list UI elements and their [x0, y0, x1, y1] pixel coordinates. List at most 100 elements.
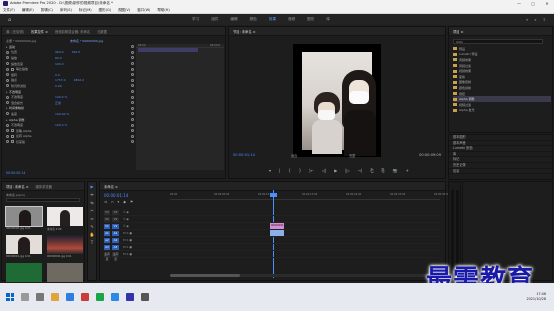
transport-control-icon[interactable]: ▾ [269, 168, 271, 173]
minimize-button[interactable]: — [512, 1, 526, 6]
track-target-toggle[interactable]: A1 [104, 230, 110, 236]
parameter-value[interactable]: 0.0 [55, 73, 60, 77]
share-icon[interactable]: ⇪ [543, 17, 546, 22]
track-toggle-icons[interactable]: M S ● [123, 238, 132, 242]
track-toggle-icons[interactable]: M S ● [123, 231, 132, 235]
parameter-value[interactable]: 60.0 [55, 56, 62, 60]
parameter-value[interactable]: 正常 [55, 101, 61, 105]
track-label[interactable]: 主声道 [112, 251, 119, 261]
reset-keyframe-icon[interactable] [131, 90, 134, 94]
track-target-toggle[interactable]: V3 [104, 209, 110, 215]
workspace-tab[interactable]: 音频 [288, 17, 295, 22]
menu-marker[interactable]: 标记(M) [79, 8, 92, 13]
parameter-value[interactable]: 0.00 [55, 84, 62, 88]
app-icon-blue[interactable] [111, 293, 119, 301]
track-target-toggle[interactable]: A3 [104, 244, 110, 250]
workspace-tab[interactable]: 效果 [269, 17, 276, 22]
tab-media-browser[interactable]: 媒体浏览器 [35, 184, 51, 189]
tool-icon[interactable]: ⇆ [89, 200, 95, 206]
timeline-control-icon[interactable]: ⇉ [104, 200, 107, 204]
reset-keyframe-icon[interactable] [131, 78, 134, 82]
tab-program[interactable]: 节目: 未命名 ≡ [233, 29, 255, 34]
transport-control-icon[interactable]: | [279, 168, 280, 173]
workspace-tab[interactable]: 组件 [211, 17, 218, 22]
app-icon-red[interactable] [81, 293, 89, 301]
video-clip[interactable]: 00000000.jpg [270, 223, 284, 229]
timeline-timecode[interactable]: 00:00:01:14 [104, 193, 128, 198]
transport-control-icon[interactable]: ⎘ [381, 168, 384, 173]
stopwatch-icon[interactable] [6, 50, 9, 54]
menu-file[interactable]: 文件(F) [3, 8, 15, 13]
premiere-taskbar-icon[interactable] [126, 293, 134, 301]
tool-icon[interactable]: ✂ [89, 208, 95, 214]
menu-window[interactable]: 窗口(W) [137, 8, 150, 13]
track-target-toggle[interactable]: V2 [104, 216, 110, 222]
tool-icon[interactable]: ⇹ [89, 192, 95, 198]
transport-control-icon[interactable]: ◁| [322, 168, 326, 173]
search-taskbar-icon[interactable] [21, 293, 29, 301]
tool-icon[interactable]: T [89, 240, 95, 246]
tab-effect-controls[interactable]: 效果控件 ≡ [31, 29, 48, 34]
tool-icon[interactable]: ⇔ [89, 216, 95, 222]
timeline-track[interactable]: 主声道 主声道 M S ● [104, 251, 442, 261]
reset-keyframe-icon[interactable] [131, 123, 134, 127]
workspace-tab[interactable]: 编辑 [230, 17, 237, 22]
timeline-control-icon[interactable]: ◆ [123, 200, 126, 204]
more-workspaces-icon[interactable]: » [526, 17, 528, 22]
reset-keyframe-icon[interactable] [131, 67, 134, 71]
menu-edit[interactable]: 编辑(E) [22, 8, 34, 13]
track-label[interactable]: A3 [112, 244, 119, 250]
reset-keyframe-icon[interactable] [131, 45, 134, 49]
project-thumbnail[interactable]: 00000001.jpg 4:01 [6, 235, 42, 259]
track-label[interactable]: V2 [112, 216, 119, 222]
timeline-scrollbar[interactable] [170, 274, 440, 277]
parameter-value-2[interactable]: 1862.0 [74, 78, 85, 82]
transport-control-icon[interactable]: |▷ [345, 168, 349, 173]
parameter-value[interactable]: 100.00 % [55, 112, 69, 116]
workspace-tab[interactable]: 颜色 [250, 17, 257, 22]
checkbox[interactable] [11, 129, 14, 133]
edge-browser-icon[interactable] [66, 293, 74, 301]
audio-clip[interactable] [270, 230, 284, 236]
track-toggle-icons[interactable]: ⚿ ◉ [123, 224, 129, 228]
stopwatch-icon[interactable] [6, 101, 9, 105]
tab-metadata[interactable]: 元数据 [97, 29, 107, 34]
timeline-control-icon[interactable]: ⚑ [130, 200, 133, 204]
track-target-toggle[interactable]: 主声道 [104, 251, 110, 261]
timeline-track[interactable]: A2 A2 M S ● [104, 237, 442, 244]
transport-control-icon[interactable]: ▶ [334, 168, 337, 173]
track-label[interactable]: A1 [112, 230, 119, 236]
track-toggle-icons[interactable]: M S ● [123, 245, 132, 249]
stopwatch-icon[interactable] [6, 95, 9, 99]
timeline-track[interactable]: V1V1 ⚿ ◉ 00000000.jpg [104, 223, 442, 230]
reset-keyframe-icon[interactable] [131, 56, 134, 60]
parameter-value[interactable]: 100.0 [55, 62, 64, 66]
close-button[interactable]: ✕ [540, 1, 554, 6]
parameter-value[interactable]: 960.0 [55, 50, 64, 54]
tab-audio-clip-mixer[interactable]: 音频剪辑混合器: 未命名 [55, 29, 90, 34]
menu-sequence[interactable]: 序列(S) [60, 8, 72, 13]
project-thumbnail[interactable]: 未命名 5:00 [47, 207, 83, 231]
project-search-input[interactable] [6, 198, 80, 202]
checkbox[interactable] [11, 140, 14, 144]
search-icon[interactable]: ⌕ [534, 17, 536, 22]
workspace-tab[interactable]: 图形 [307, 17, 314, 22]
transport-control-icon[interactable]: { [288, 168, 291, 173]
track-toggle-icons[interactable]: ⚿ ◉ [123, 217, 129, 221]
track-toggle-icons[interactable]: M S ● [123, 252, 132, 256]
resolution-select[interactable]: 完整 [349, 153, 355, 158]
effect-controls-timeline[interactable]: 00:00 00:00:0 [136, 44, 224, 170]
track-target-toggle[interactable]: A2 [104, 237, 110, 243]
track-toggle-icons[interactable]: ⚿ ◉ [123, 210, 129, 214]
transport-control-icon[interactable]: + [405, 168, 408, 173]
reset-keyframe-icon[interactable] [131, 62, 134, 66]
reset-keyframe-icon[interactable] [131, 84, 134, 88]
tab-project[interactable]: 项目: 未命名 ≡ [6, 184, 28, 189]
timeline-control-icon[interactable]: ▾ [118, 200, 120, 204]
transport-control-icon[interactable]: |← [309, 168, 314, 173]
master-clip-label[interactable]: 主要 * 00000000.jpg [6, 39, 36, 43]
tab-source[interactable]: 源: (无剪辑) [6, 29, 24, 34]
tool-icon[interactable]: ▶ [89, 184, 95, 190]
reset-keyframe-icon[interactable] [131, 112, 134, 116]
reset-keyframe-icon[interactable] [131, 106, 134, 110]
